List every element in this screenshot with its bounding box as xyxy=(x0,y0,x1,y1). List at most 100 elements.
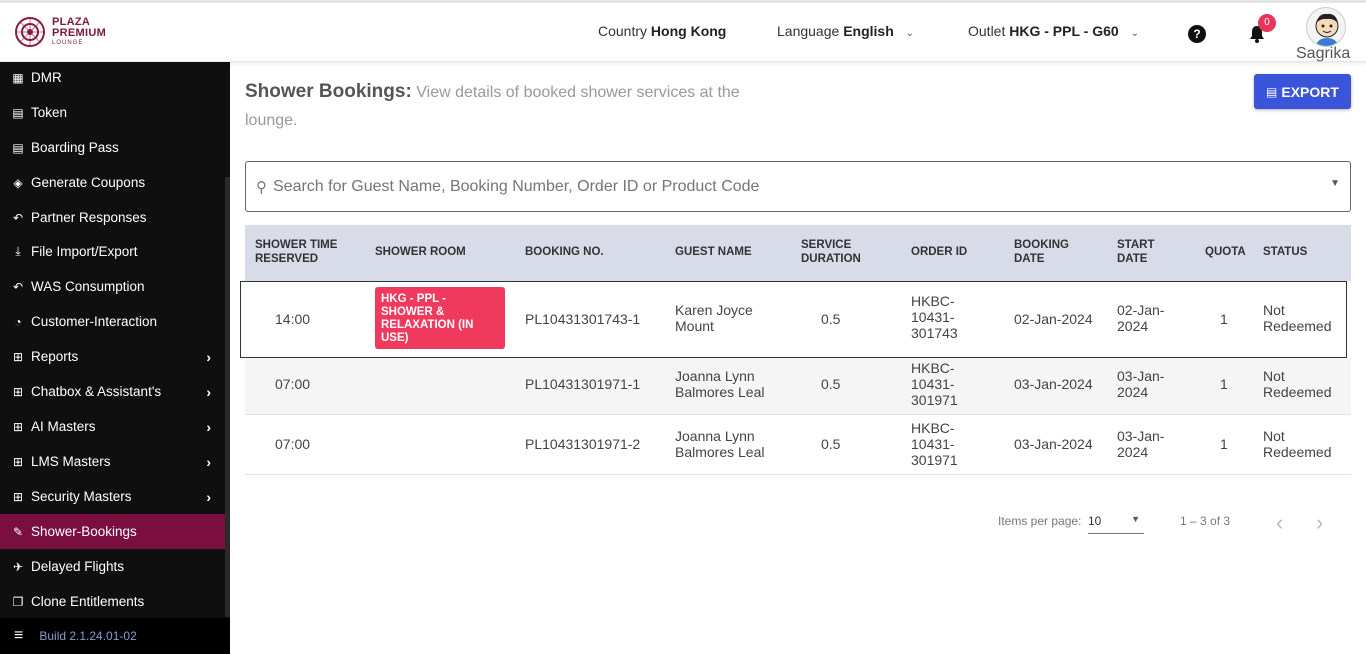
sitemap-icon: ⊞ xyxy=(12,419,24,434)
hamburger-menu-icon[interactable]: ≡ xyxy=(14,627,23,645)
file-pdf-icon: ▤ xyxy=(1266,84,1278,99)
search-input[interactable] xyxy=(273,177,1273,196)
col-shower-time[interactable]: SHOWER TIME RESERVED xyxy=(255,238,355,266)
cell-start-date: 03-Jan-2024 xyxy=(1117,368,1165,400)
sidebar-item-label: Reports xyxy=(31,349,79,364)
sidebar-item-label: Token xyxy=(31,105,68,120)
top-header: PLAZA PREMIUM LOUNGE Country Hong Kong L… xyxy=(0,0,1366,62)
sidebar-item-label: DMR xyxy=(31,70,62,85)
cell-order-id: HKBC-10431-301971 xyxy=(911,420,958,468)
chevron-right-icon: › xyxy=(206,453,211,470)
table-row[interactable]: 14:00 HKG - PPL - SHOWER & RELAXATION (I… xyxy=(240,281,1347,358)
sidebar-item-delayed-flights[interactable]: ✈ Delayed Flights xyxy=(0,549,225,584)
col-booking-no[interactable]: BOOKING NO. xyxy=(525,245,604,259)
calendar-icon: ▦ xyxy=(12,70,24,85)
sidebar-item-security-masters[interactable]: ⊞ Security Masters › xyxy=(0,479,225,514)
export-button[interactable]: ▤ EXPORT xyxy=(1254,74,1351,109)
sidebar-footer: ≡ Build 2.1.24.01-02 xyxy=(0,618,230,654)
sitemap-icon: ⊞ xyxy=(12,454,24,469)
col-booking-date[interactable]: BOOKING DATE xyxy=(1014,238,1084,266)
search-icon: ⚲ xyxy=(256,178,267,196)
cell-status: Not Redeemed xyxy=(1263,428,1332,460)
search-box[interactable]: ⚲ ▼ xyxy=(245,161,1351,212)
sidebar-item-clone-entitlements[interactable]: ❐ Clone Entitlements xyxy=(0,584,225,619)
items-per-page-select[interactable]: 10 ▼ xyxy=(1088,510,1144,534)
logo-icon xyxy=(15,17,45,47)
language-label: Language xyxy=(777,23,840,39)
sidebar-item-shower-bookings[interactable]: ✎ Shower-Bookings xyxy=(0,514,225,549)
table-row[interactable]: 07:00 PL10431301971-2 Joanna Lynn Balmor… xyxy=(245,415,1351,475)
tag-icon: ◈ xyxy=(13,175,23,190)
cell-quota: 1 xyxy=(1220,436,1228,452)
items-per-page-value: 10 xyxy=(1088,514,1102,528)
sitemap-icon: ⊞ xyxy=(12,349,24,364)
username[interactable]: Sagrika xyxy=(1296,45,1350,63)
cell-duration: 0.5 xyxy=(821,436,841,452)
country-display: Country Hong Kong xyxy=(598,23,726,39)
cell-status: Not Redeemed xyxy=(1263,368,1332,400)
sidebar-item-generate-coupons[interactable]: ◈ Generate Coupons xyxy=(0,165,225,200)
col-shower-room[interactable]: SHOWER ROOM xyxy=(375,245,466,259)
outlet-selector[interactable]: Outlet HKG - PPL - G60 ⌄ xyxy=(968,23,1139,39)
col-status[interactable]: STATUS xyxy=(1263,245,1307,259)
table-row[interactable]: 07:00 PL10431301971-1 Joanna Lynn Balmor… xyxy=(245,358,1351,415)
reply-icon: ↶ xyxy=(12,210,24,225)
col-guest-name[interactable]: GUEST NAME xyxy=(675,245,752,259)
sidebar-item-token[interactable]: ▤ Token xyxy=(0,95,225,130)
file-icon: ▤ xyxy=(12,140,24,155)
cell-time: 07:00 xyxy=(275,376,311,392)
chevron-right-icon: › xyxy=(206,348,211,365)
cell-order-id: HKBC-10431-301743 xyxy=(911,293,958,341)
sidebar-item-label: AI Masters xyxy=(31,419,96,434)
cell-booking-no: PL10431301743-1 xyxy=(525,311,641,327)
sidebar-item-ai-masters[interactable]: ⊞ AI Masters › xyxy=(0,409,225,444)
reply-icon: ↶ xyxy=(12,279,24,294)
cell-booking-no: PL10431301971-2 xyxy=(525,436,641,452)
sidebar-item-was-consumption[interactable]: ↶ WAS Consumption xyxy=(0,269,225,304)
sidebar-item-reports[interactable]: ⊞ Reports › xyxy=(0,339,225,374)
chevron-down-icon: ⌄ xyxy=(905,28,915,39)
cell-booking-date: 02-Jan-2024 xyxy=(1014,311,1093,327)
outlet-value: HKG - PPL - G60 xyxy=(1009,23,1119,39)
sitemap-icon: ⊞ xyxy=(12,384,24,399)
sidebar-scrollbar[interactable] xyxy=(225,177,230,617)
cell-start-date: 02-Jan-2024 xyxy=(1117,302,1165,334)
col-start-date[interactable]: START DATE xyxy=(1117,238,1167,266)
sidebar-item-chatbox[interactable]: ⊞ Chatbox & Assistant's › xyxy=(0,374,225,409)
sidebar-item-dmr[interactable]: ▦ DMR xyxy=(0,60,225,95)
question-circle-icon[interactable]: ? xyxy=(1188,25,1206,43)
cell-booking-date: 03-Jan-2024 xyxy=(1014,436,1093,452)
sidebar-item-label: WAS Consumption xyxy=(31,279,145,294)
caret-down-icon[interactable]: ▼ xyxy=(1330,178,1340,189)
build-version: Build 2.1.24.01-02 xyxy=(39,629,137,643)
page-title: Shower Bookings: View details of booked … xyxy=(245,78,765,135)
cell-guest-name: Karen Joyce Mount xyxy=(675,302,753,334)
sidebar-item-label: Customer-Interaction xyxy=(31,314,158,329)
export-label: EXPORT xyxy=(1281,83,1339,100)
pagination-range: 1 – 3 of 3 xyxy=(1180,514,1231,528)
shower-room-badge[interactable]: HKG - PPL - SHOWER & RELAXATION (IN USE) xyxy=(375,287,505,349)
sidebar-item-label: Partner Responses xyxy=(31,210,147,225)
cell-duration: 0.5 xyxy=(821,376,841,392)
plane-icon: ✈ xyxy=(12,559,24,574)
cell-booking-date: 03-Jan-2024 xyxy=(1014,376,1093,392)
prev-page-button[interactable]: ‹ xyxy=(1276,510,1283,536)
sidebar-item-lms-masters[interactable]: ⊞ LMS Masters › xyxy=(0,444,225,479)
col-order-id[interactable]: ORDER ID xyxy=(911,245,967,259)
brand-logo[interactable]: PLAZA PREMIUM LOUNGE xyxy=(14,16,106,48)
col-service-duration[interactable]: SERVICE DURATION xyxy=(801,238,881,266)
avatar[interactable] xyxy=(1306,7,1346,47)
cell-quota: 1 xyxy=(1220,311,1228,327)
brand-line3: LOUNGE xyxy=(52,40,84,46)
sidebar-item-file-import-export[interactable]: ⤓ File Import/Export xyxy=(0,234,225,269)
sidebar-item-boarding-pass[interactable]: ▤ Boarding Pass xyxy=(0,130,225,165)
user-avatar-icon xyxy=(1315,13,1339,46)
cell-duration: 0.5 xyxy=(821,311,841,327)
sidebar-item-customer-interaction[interactable]: ◔ Customer-Interaction xyxy=(0,304,225,339)
col-quota[interactable]: QUOTA xyxy=(1205,245,1246,259)
sidebar-item-partner-responses[interactable]: ↶ Partner Responses xyxy=(0,200,225,235)
next-page-button[interactable]: › xyxy=(1316,510,1323,536)
sidebar-item-label: Boarding Pass xyxy=(31,140,119,155)
language-selector[interactable]: Language English ⌄ xyxy=(777,23,914,39)
country-label: Country xyxy=(598,23,648,39)
